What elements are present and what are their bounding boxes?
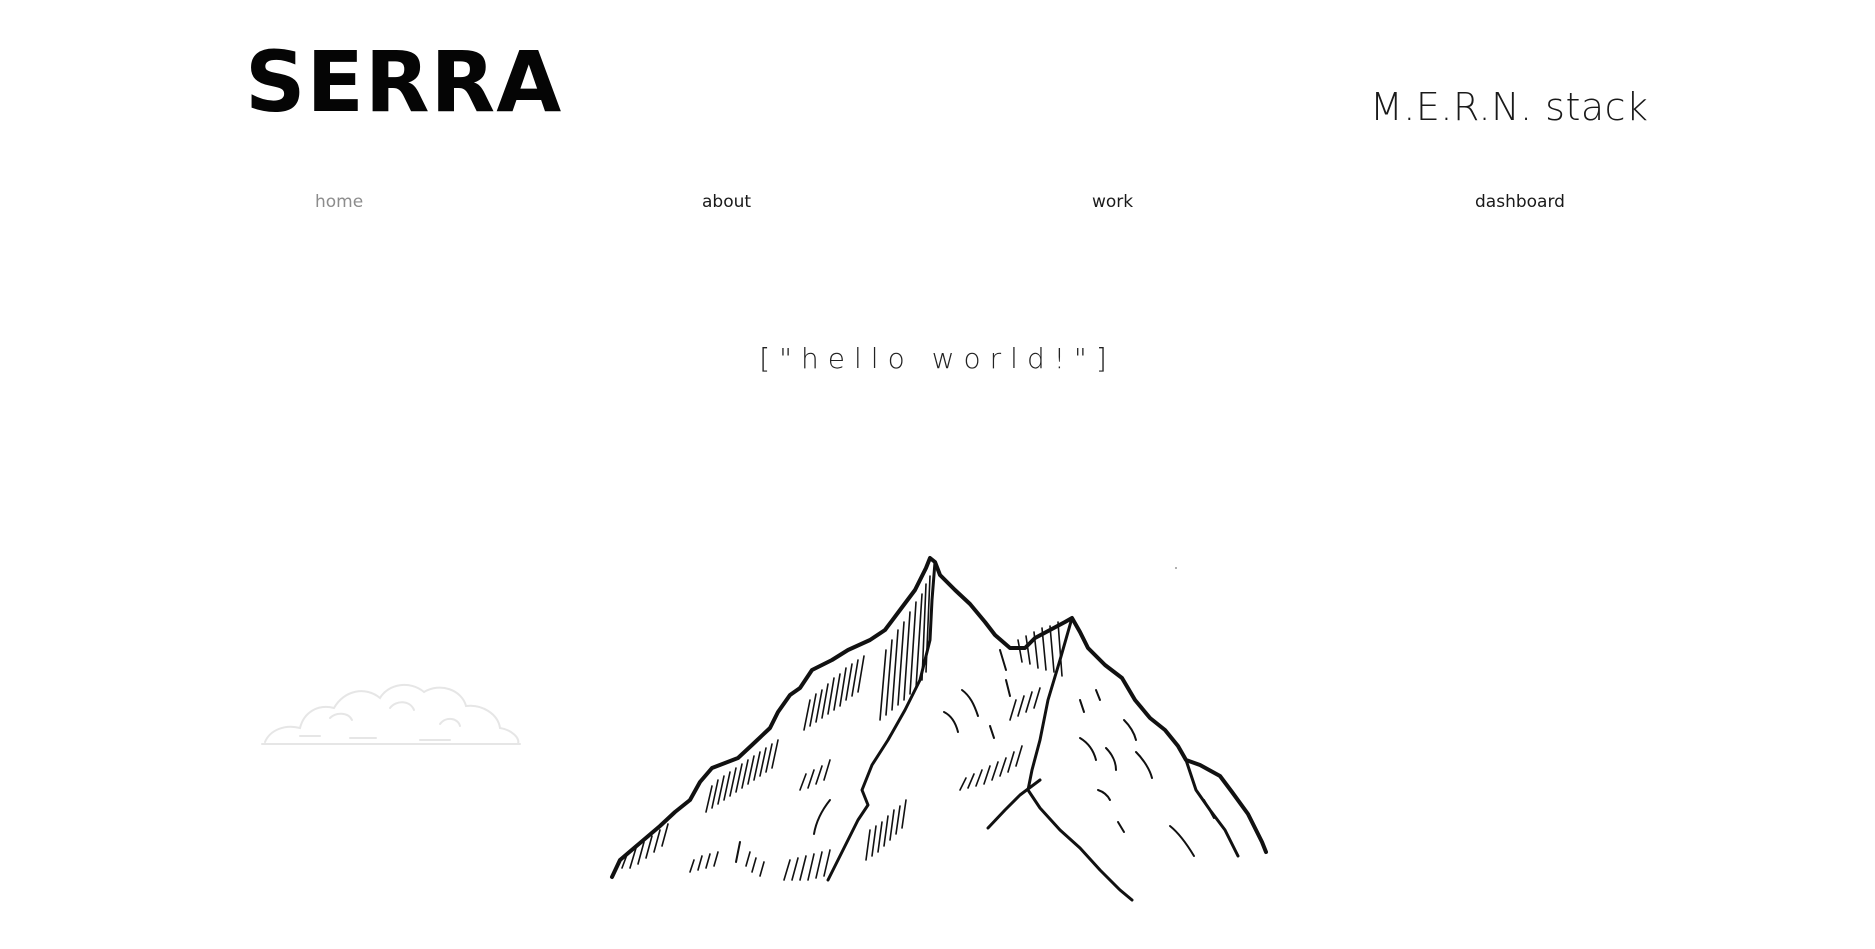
hello-world-heading: ["hello world!"] bbox=[759, 342, 1116, 375]
nav-home-link[interactable]: home bbox=[315, 190, 363, 214]
mountain-icon bbox=[610, 556, 1268, 902]
nav-about-link[interactable]: about bbox=[702, 190, 751, 214]
sky-dot bbox=[1175, 567, 1177, 569]
mountain-hatching bbox=[621, 575, 1063, 881]
mountain-illustration bbox=[261, 556, 1268, 902]
nav-work-link[interactable]: work bbox=[1092, 190, 1133, 214]
cloud-icon bbox=[261, 683, 521, 745]
main-nav: home about work dashboard bbox=[0, 190, 1875, 214]
mountain-crevices bbox=[735, 649, 1215, 863]
site-logo[interactable]: SERRA bbox=[245, 40, 562, 124]
page: SERRA M.E.R.N. stack home about work das… bbox=[0, 0, 1875, 949]
nav-dashboard-link[interactable]: dashboard bbox=[1475, 190, 1565, 214]
site-tagline: M.E.R.N. stack bbox=[1370, 85, 1649, 129]
